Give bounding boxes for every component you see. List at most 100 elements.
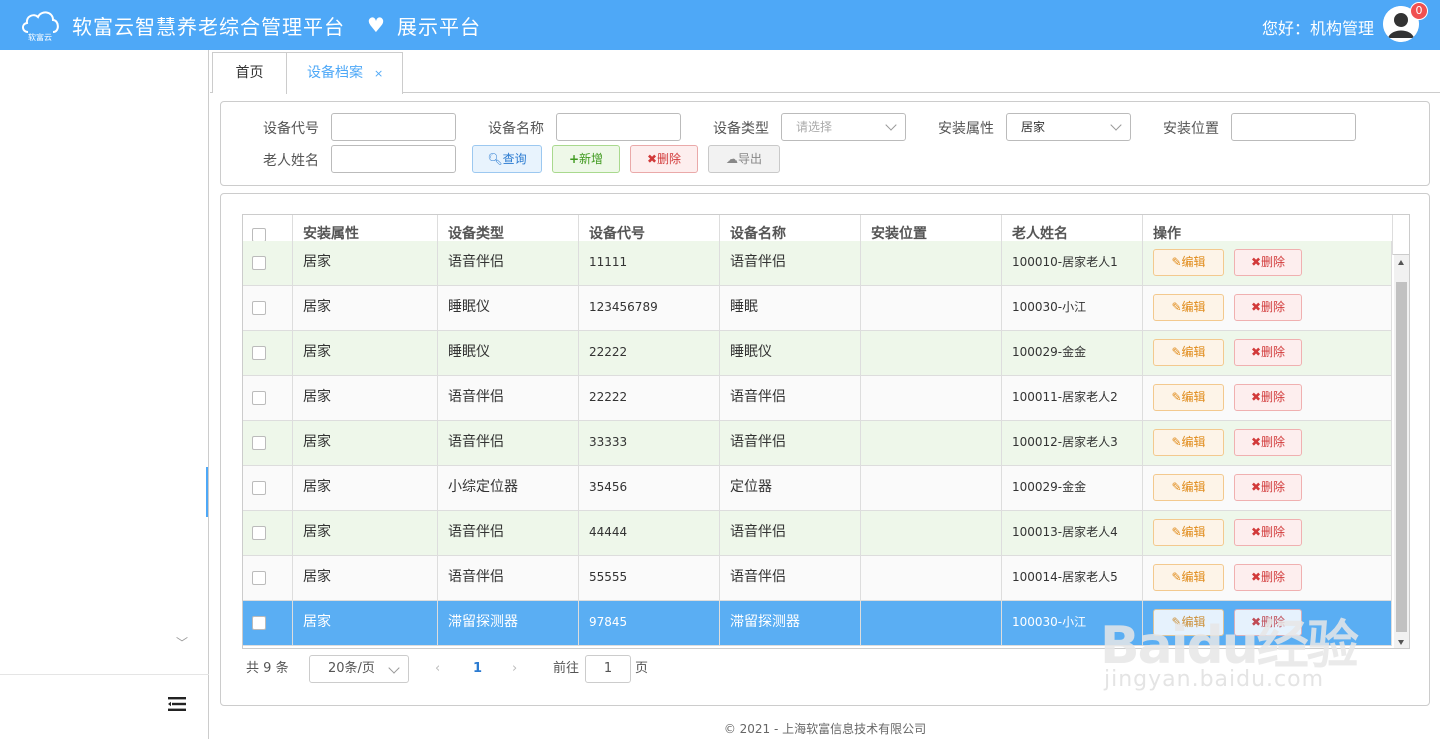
row-checkbox[interactable] <box>252 256 266 270</box>
row-checkbox[interactable] <box>252 571 266 585</box>
tab-device-archive[interactable]: 设备档案 × <box>286 52 403 94</box>
delete-label: 删除 <box>1261 345 1286 359</box>
table-row[interactable]: 居家 滞留探测器 97845 滞留探测器 100030-小江 ✎编辑 ✖删除 <box>243 601 1392 646</box>
delete-button[interactable]: ✖删除 <box>1234 474 1302 501</box>
edit-button[interactable]: ✎编辑 <box>1153 249 1224 276</box>
delete-button[interactable]: ✖删除 <box>1234 519 1302 546</box>
scrollbar-thumb[interactable] <box>1396 282 1407 632</box>
install-attr-select[interactable]: 居家 <box>1006 113 1131 141</box>
row-checkbox[interactable] <box>252 391 266 405</box>
logo[interactable]: 软富云 <box>20 8 60 44</box>
row-checkbox[interactable] <box>252 346 266 360</box>
row-checkbox[interactable] <box>252 616 266 630</box>
row-select-cell <box>243 331 293 376</box>
install-location-input[interactable] <box>1231 113 1356 141</box>
delete-button[interactable]: ✖删除 <box>1234 609 1302 636</box>
delete-button[interactable]: ✖删除 <box>1234 429 1302 456</box>
cell-location <box>861 556 1002 601</box>
row-select-cell <box>243 421 293 466</box>
delete-button[interactable]: ✖删除 <box>1234 564 1302 591</box>
edit-button[interactable]: ✎编辑 <box>1153 339 1224 366</box>
current-page[interactable]: 1 <box>473 654 482 684</box>
chevron-down-icon[interactable]: ﹀ <box>176 634 188 651</box>
goto-page-input[interactable]: 1 <box>585 655 631 683</box>
row-checkbox[interactable] <box>252 301 266 315</box>
row-select-cell <box>243 511 293 556</box>
edit-label: 编辑 <box>1181 480 1206 494</box>
edit-button[interactable]: ✎编辑 <box>1153 474 1224 501</box>
next-page-icon[interactable]: › <box>512 654 517 684</box>
row-select-cell <box>243 466 293 511</box>
tab-label: 首页 <box>235 65 264 81</box>
edit-label: 编辑 <box>1181 345 1206 359</box>
prev-page-icon[interactable]: ‹ <box>435 654 440 684</box>
goto-suffix: 页 <box>635 661 649 676</box>
row-select-cell <box>243 376 293 421</box>
page-size-value: 20条/页 <box>328 661 375 676</box>
table-row[interactable]: 居家 睡眠仪 22222 睡眠仪 100029-金金 ✎编辑 ✖删除 <box>243 331 1392 376</box>
row-checkbox[interactable] <box>252 526 266 540</box>
close-icon: ✖ <box>1250 570 1262 584</box>
edit-button[interactable]: ✎编辑 <box>1153 294 1224 321</box>
close-icon: ✖ <box>646 152 658 166</box>
device-type-select[interactable]: 请选择 <box>781 113 906 141</box>
close-icon: ✖ <box>1250 525 1262 539</box>
row-select-cell <box>243 556 293 601</box>
device-name-input[interactable] <box>556 113 681 141</box>
delete-button[interactable]: ✖删除 <box>1234 384 1302 411</box>
close-icon: ✖ <box>1250 255 1262 269</box>
menu-toggle-icon[interactable] <box>168 696 186 716</box>
delete-button[interactable]: ✖删除 <box>1234 249 1302 276</box>
close-icon: ✖ <box>1250 390 1262 404</box>
edit-button[interactable]: ✎编辑 <box>1153 519 1224 546</box>
elder-name-input[interactable] <box>331 145 456 173</box>
device-code-input[interactable] <box>331 113 456 141</box>
edit-button[interactable]: ✎编辑 <box>1153 384 1224 411</box>
export-button[interactable]: ☁导出 <box>708 145 780 173</box>
app-title: 软富云智慧养老综合管理平台 <box>72 15 345 39</box>
edit-button[interactable]: ✎编辑 <box>1153 609 1224 636</box>
sidebar: ﹀ <box>0 50 209 739</box>
delete-button[interactable]: ✖删除 <box>1234 294 1302 321</box>
delete-button[interactable]: ✖删除 <box>1234 339 1302 366</box>
user-greeting[interactable]: 您好：机构管理 <box>1262 15 1374 39</box>
cell-location <box>861 331 1002 376</box>
cell-code: 55555 <box>579 556 720 601</box>
cell-type: 睡眠仪 <box>438 286 579 331</box>
scroll-down-icon[interactable] <box>1398 640 1404 645</box>
add-button[interactable]: +新增 <box>552 145 620 173</box>
query-button[interactable]: 🔍︎查询 <box>472 145 542 173</box>
cell-location <box>861 511 1002 556</box>
page-size-select[interactable]: 20条/页 <box>309 655 409 683</box>
table-row[interactable]: 居家 语音伴侣 44444 语音伴侣 100013-居家老人4 ✎编辑 ✖删除 <box>243 511 1392 556</box>
scroll-up-icon[interactable] <box>1398 260 1404 265</box>
cell-name: 定位器 <box>720 466 861 511</box>
table-row[interactable]: 居家 小综定位器 35456 定位器 100029-金金 ✎编辑 ✖删除 <box>243 466 1392 511</box>
vertical-scrollbar[interactable] <box>1394 255 1409 648</box>
row-checkbox[interactable] <box>252 436 266 450</box>
delete-label: 删除 <box>1261 255 1286 269</box>
table-row[interactable]: 居家 语音伴侣 55555 语音伴侣 100014-居家老人5 ✎编辑 ✖删除 <box>243 556 1392 601</box>
install-attr-value: 居家 <box>1021 120 1046 134</box>
edit-icon: ✎ <box>1171 480 1182 494</box>
table-row[interactable]: 居家 语音伴侣 11111 语音伴侣 100010-居家老人1 ✎编辑 ✖删除 <box>243 241 1392 286</box>
cell-attr: 居家 <box>293 511 438 556</box>
cell-location <box>861 421 1002 466</box>
select-all-checkbox[interactable] <box>252 228 266 242</box>
close-icon[interactable]: × <box>374 54 383 94</box>
tab-home[interactable]: 首页 <box>212 52 287 93</box>
table-row[interactable]: 居家 睡眠仪 123456789 睡眠 100030-小江 ✎编辑 ✖删除 <box>243 286 1392 331</box>
batch-delete-button[interactable]: ✖删除 <box>630 145 698 173</box>
app-subtitle: 展示平台 <box>397 15 481 39</box>
table-row[interactable]: 居家 语音伴侣 33333 语音伴侣 100012-居家老人3 ✎编辑 ✖删除 <box>243 421 1392 466</box>
total-suffix: 条 <box>275 661 289 676</box>
edit-button[interactable]: ✎编辑 <box>1153 429 1224 456</box>
total-value: 9 <box>263 661 272 676</box>
notification-badge[interactable]: 0 <box>1410 2 1428 20</box>
sidebar-resize-handle[interactable] <box>206 467 208 517</box>
table-row[interactable]: 居家 语音伴侣 22222 语音伴侣 100011-居家老人2 ✎编辑 ✖删除 <box>243 376 1392 421</box>
edit-icon: ✎ <box>1171 390 1182 404</box>
cell-location <box>861 286 1002 331</box>
edit-button[interactable]: ✎编辑 <box>1153 564 1224 591</box>
row-checkbox[interactable] <box>252 481 266 495</box>
